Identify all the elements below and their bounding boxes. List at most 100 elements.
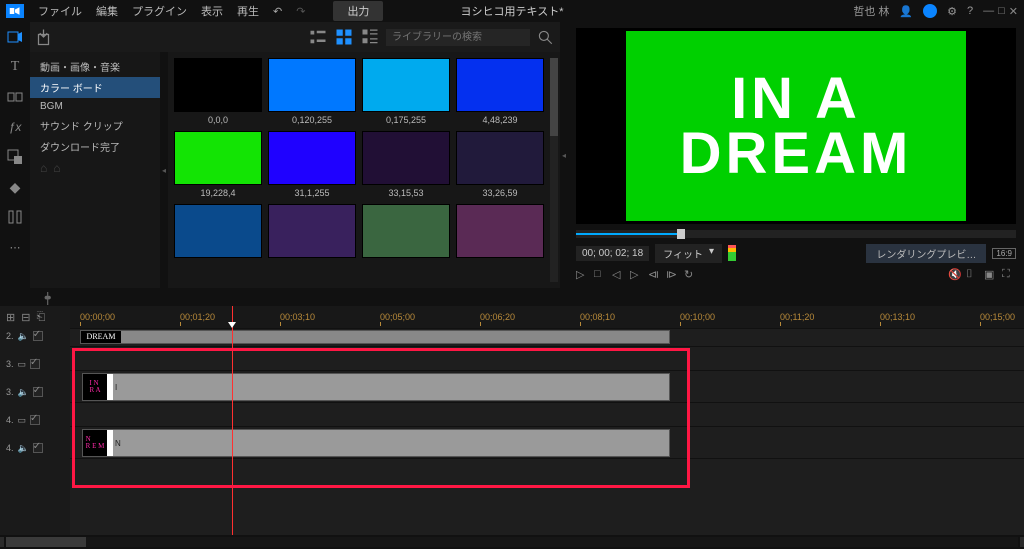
- library-scrollbar[interactable]: [550, 58, 558, 282]
- track-area[interactable]: 00;00;0000;01;2000;03;1000;05;0000;06;20…: [70, 306, 1024, 535]
- tree-item-soundclip[interactable]: サウンド クリップ: [30, 115, 160, 136]
- preview-seek-slider[interactable]: [576, 230, 1016, 238]
- tree-item-colorboard[interactable]: カラー ボード: [30, 77, 160, 98]
- stop-button[interactable]: □: [594, 268, 608, 282]
- undo-icon[interactable]: ↶: [273, 5, 282, 18]
- track-header-4a[interactable]: 4.🔈: [0, 436, 70, 460]
- timeline-scrollbar[interactable]: [6, 537, 1018, 547]
- color-swatch[interactable]: 33,15,53: [362, 131, 450, 198]
- track-toggle[interactable]: [30, 415, 40, 425]
- color-swatch[interactable]: 19,228,4: [174, 131, 262, 198]
- tl-tool-icon[interactable]: ⊟: [21, 311, 30, 324]
- help-icon[interactable]: ?: [967, 5, 973, 17]
- library-splitter[interactable]: ◂: [160, 52, 168, 288]
- fx-room-icon[interactable]: ƒx: [6, 118, 24, 136]
- snapshot-icon[interactable]: ⌷: [966, 268, 980, 282]
- tl-tool-icon[interactable]: ⊞: [6, 311, 15, 324]
- output-button[interactable]: 出力: [333, 1, 383, 21]
- split-handle-icon[interactable]: •|•: [44, 289, 48, 305]
- track-2a[interactable]: [70, 346, 1024, 370]
- scroll-thumb[interactable]: [6, 537, 86, 547]
- track-3a[interactable]: [70, 402, 1024, 426]
- track-header-3v[interactable]: 3.▭: [0, 348, 70, 380]
- prev-clip-button[interactable]: ⧏: [648, 268, 662, 282]
- preview-content: IN A DREAM: [626, 31, 966, 221]
- timeline-splitter[interactable]: •|•: [0, 288, 1024, 306]
- track-toggle[interactable]: [33, 331, 43, 341]
- tag-icon[interactable]: ⌂: [53, 161, 60, 175]
- zoom-fit-dropdown[interactable]: フィット▾: [655, 244, 722, 263]
- import-icon[interactable]: [36, 27, 56, 47]
- track-4v[interactable]: NR E MN: [70, 426, 1024, 458]
- search-icon[interactable]: [536, 28, 554, 46]
- track-header-4v[interactable]: 4.▭: [0, 404, 70, 436]
- view-detail-icon[interactable]: [360, 27, 380, 47]
- track-toggle[interactable]: [33, 387, 43, 397]
- aspect-icon[interactable]: 16:9: [992, 248, 1016, 259]
- color-swatch[interactable]: 0,175,255: [362, 58, 450, 125]
- timeline-clip[interactable]: DREAM: [80, 330, 670, 344]
- audio-room-icon[interactable]: [6, 208, 24, 226]
- color-swatch[interactable]: 0,120,255: [268, 58, 356, 125]
- menu-view[interactable]: 表示: [201, 3, 223, 19]
- scroll-zoom-in[interactable]: [1020, 537, 1024, 547]
- timecode-display[interactable]: 00; 00; 02; 18: [576, 246, 649, 261]
- next-frame-button[interactable]: ▷: [630, 268, 644, 282]
- pip-room-icon[interactable]: [6, 148, 24, 166]
- color-swatch[interactable]: 33,26,59: [456, 131, 544, 198]
- timeline-clip[interactable]: NR E MN: [82, 429, 670, 457]
- scroll-zoom-out[interactable]: [0, 537, 4, 547]
- menu-file[interactable]: ファイル: [38, 3, 82, 19]
- video-icon: ▭: [18, 359, 27, 370]
- loop-button[interactable]: ↻: [684, 268, 698, 282]
- track-1[interactable]: DREAM: [70, 328, 1024, 346]
- minimize-icon[interactable]: —: [983, 5, 994, 18]
- next-clip-button[interactable]: ⧐: [666, 268, 680, 282]
- track-3v[interactable]: I NR AI: [70, 370, 1024, 402]
- track-4a[interactable]: [70, 458, 1024, 482]
- menu-edit[interactable]: 編集: [96, 3, 118, 19]
- color-swatch[interactable]: 0,0,0: [174, 58, 262, 125]
- media-room-icon[interactable]: [6, 28, 24, 46]
- track-header-3a[interactable]: 3.🔈: [0, 380, 70, 404]
- more-icon[interactable]: ⋯: [6, 238, 24, 256]
- timeline-clip[interactable]: I NR AI: [82, 373, 670, 401]
- avatar[interactable]: [923, 4, 937, 18]
- maximize-icon[interactable]: □: [998, 5, 1005, 18]
- tree-root[interactable]: 動画・画像・音楽: [30, 56, 160, 77]
- tag-icon[interactable]: ⌂: [40, 161, 47, 175]
- playhead[interactable]: [232, 306, 233, 535]
- transition-room-icon[interactable]: [6, 88, 24, 106]
- panel-splitter[interactable]: ◂: [560, 22, 568, 288]
- preview-canvas[interactable]: IN A DREAM: [576, 28, 1016, 224]
- prev-frame-button[interactable]: ◁: [612, 268, 626, 282]
- view-list-icon[interactable]: [308, 27, 328, 47]
- menu-play[interactable]: 再生: [237, 3, 259, 19]
- render-preview-button[interactable]: レンダリングプレビ…: [866, 244, 986, 263]
- tl-tool-icon[interactable]: ⎗: [36, 311, 45, 324]
- color-swatch[interactable]: [268, 204, 356, 261]
- close-icon[interactable]: ✕: [1009, 5, 1018, 18]
- dock-icon[interactable]: ▣: [984, 268, 998, 282]
- particle-room-icon[interactable]: ◆: [6, 178, 24, 196]
- tree-item-downloaded[interactable]: ダウンロード完了: [30, 136, 160, 157]
- track-toggle[interactable]: [33, 443, 43, 453]
- track-toggle[interactable]: [30, 359, 40, 369]
- color-swatch[interactable]: 31,1,255: [268, 131, 356, 198]
- tree-item-bgm[interactable]: BGM: [30, 98, 160, 115]
- color-swatch[interactable]: [362, 204, 450, 261]
- user-icon[interactable]: 👤: [899, 5, 913, 18]
- play-button[interactable]: ▷: [576, 268, 590, 282]
- fullscreen-icon[interactable]: ⛶: [1002, 268, 1016, 282]
- title-room-icon[interactable]: T: [6, 58, 24, 76]
- color-swatch[interactable]: [456, 204, 544, 261]
- menu-plugin[interactable]: プラグイン: [132, 3, 187, 19]
- gear-icon[interactable]: ⚙: [947, 5, 957, 18]
- redo-icon[interactable]: ↷: [296, 5, 305, 18]
- time-ruler[interactable]: 00;00;0000;01;2000;03;1000;05;0000;06;20…: [70, 306, 1024, 328]
- mute-icon[interactable]: 🔇: [948, 268, 962, 282]
- view-grid-icon[interactable]: [334, 27, 354, 47]
- color-swatch[interactable]: 4,48,239: [456, 58, 544, 125]
- color-swatch[interactable]: [174, 204, 262, 261]
- library-search-input[interactable]: [386, 29, 530, 46]
